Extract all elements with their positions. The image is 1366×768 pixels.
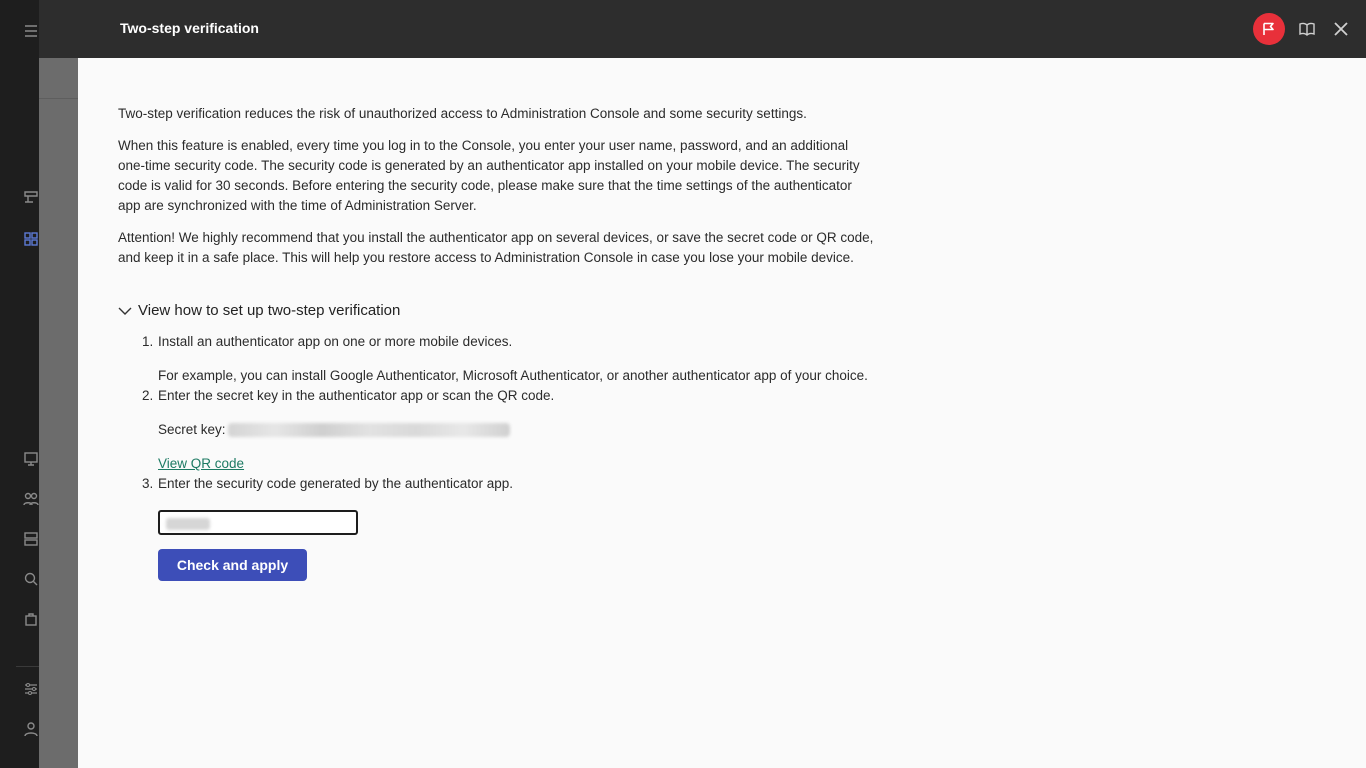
server-icon[interactable] [22,530,40,548]
security-code-value [166,518,210,530]
flag-icon[interactable] [1253,13,1285,45]
setup-expander[interactable]: View how to set up two-step verification [118,301,400,321]
settings-sliders-icon[interactable] [22,680,40,698]
bag-icon[interactable] [22,610,40,628]
secret-key-label: Secret key: [158,422,226,437]
users-icon[interactable] [22,490,40,508]
step-number: 2. [142,388,154,403]
check-and-apply-button[interactable]: Check and apply [158,549,307,581]
step-text: Enter the secret key in the authenticato… [158,388,555,403]
step-1-note: For example, you can install Google Auth… [158,366,868,386]
drawer-title: Two-step verification [120,20,259,36]
attention-text: Attention! We highly recommend that you … [118,230,874,265]
menu-icon[interactable] [22,22,40,40]
step-1: 1. Install an authenticator app on one o… [142,332,513,352]
step-2: 2. Enter the secret key in the authentic… [142,386,555,406]
app-sidebar [0,0,39,768]
security-code-input[interactable] [158,510,358,535]
close-icon[interactable] [1331,19,1351,39]
step-text: Install an authenticator app on one or m… [158,334,513,349]
intro-text: Two-step verification reduces the risk o… [118,106,807,121]
step-text: Enter the security code generated by the… [158,476,513,491]
view-qr-link[interactable]: View QR code [158,454,244,474]
grid-icon[interactable] [22,230,40,248]
step-note: For example, you can install Google Auth… [158,368,868,383]
step-3: 3. Enter the security code generated by … [142,474,513,494]
book-icon[interactable] [1297,19,1317,39]
search-icon[interactable] [22,570,40,588]
sidebar-divider [16,666,39,667]
dashboard-icon[interactable] [22,188,40,206]
secret-key-value [227,423,510,437]
monitor-icon[interactable] [22,450,40,468]
chevron-down-icon [118,307,132,315]
secret-key-row: Secret key: [158,420,510,440]
expander-label: View how to set up two-step verification [138,302,401,319]
user-icon[interactable] [22,720,40,738]
step-number: 3. [142,476,154,491]
drawer-header: Two-step verification [39,0,1366,58]
description-text: When this feature is enabled, every time… [118,138,860,213]
step-number: 1. [142,334,154,349]
